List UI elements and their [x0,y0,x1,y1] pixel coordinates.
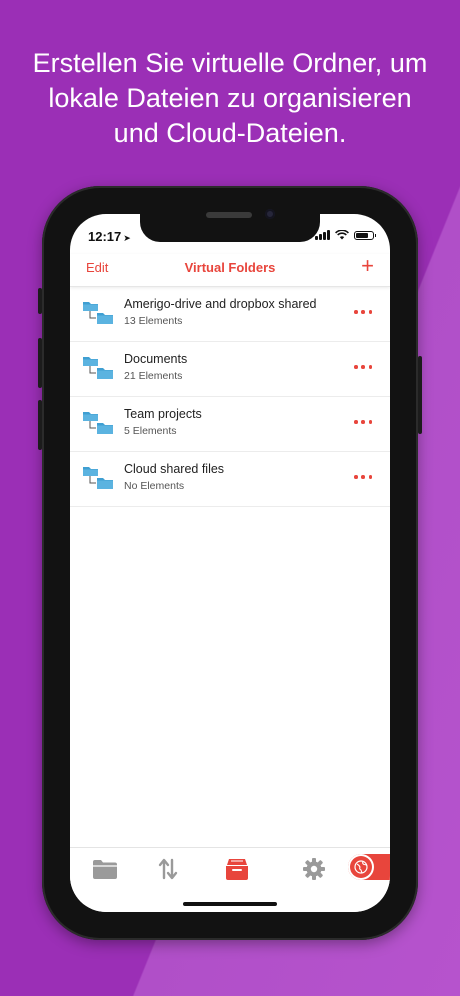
headline-line-1: Erstellen Sie virtuelle Ordner, um [32,48,428,78]
phone-speaker [206,212,252,218]
more-options-icon[interactable] [354,415,372,429]
folder-row[interactable]: Cloud shared files No Elements [70,452,390,507]
status-time: 12:17 ➤ [88,229,131,244]
virtual-folder-icon [83,412,113,434]
folder-element-count: No Elements [124,480,185,492]
front-camera [265,209,275,219]
virtual-folders-box-icon [226,859,248,880]
phone-volume-down [38,400,42,450]
wifi-icon [335,230,349,240]
folder-name: Amerigo-drive and dropbox shared [124,297,317,311]
status-time-text: 12:17 [88,229,122,244]
battery-icon [354,230,376,240]
location-arrow-icon: ➤ [123,233,131,243]
add-folder-button[interactable]: + [361,255,374,277]
virtual-folder-icon [83,357,113,379]
folder-row[interactable]: Documents 21 Elements [70,342,390,397]
headline-line-3: und Cloud-Dateien. [113,118,347,148]
more-options-icon[interactable] [354,470,372,484]
gear-icon [303,858,325,880]
folder-icon [93,859,117,879]
phone-volume-up [38,338,42,388]
virtual-folder-icon [83,467,113,489]
folder-element-count: 13 Elements [124,315,183,327]
more-options-icon[interactable] [354,360,372,374]
promo-headline: Erstellen Sie virtuelle Ordner, um lokal… [0,46,460,151]
folder-name: Documents [124,352,188,366]
headline-line-2: lokale Dateien zu organisieren [48,83,412,113]
transfer-arrows-icon [158,858,178,880]
edit-button[interactable]: Edit [86,260,108,275]
globe-icon [350,856,372,878]
folder-element-count: 5 Elements [124,425,177,437]
tab-settings[interactable] [299,856,329,882]
phone-power-button [418,356,422,434]
home-indicator [183,902,277,906]
tab-files[interactable] [90,856,120,882]
page-title: Virtual Folders [184,260,276,275]
folder-row[interactable]: Amerigo-drive and dropbox shared 13 Elem… [70,287,390,342]
tab-virtual-folders[interactable] [222,856,252,882]
folder-element-count: 21 Elements [124,370,183,382]
folder-name: Cloud shared files [124,462,225,476]
navigation-bar: Edit Virtual Folders + [70,254,390,287]
virtual-folder-icon [83,302,113,324]
tab-web-browser[interactable] [348,854,390,880]
folder-row[interactable]: Team projects 5 Elements [70,397,390,452]
phone-notch [140,214,320,242]
phone-mute-switch [38,288,42,314]
virtual-folder-list: Amerigo-drive and dropbox shared 13 Elem… [70,287,390,507]
app-screen: 12:17 ➤ Edit Virtual Folders + Amerigo-d… [70,214,390,912]
folder-name: Team projects [124,407,202,421]
tab-bar [70,847,390,912]
more-options-icon[interactable] [354,305,372,319]
tab-transfers[interactable] [153,856,183,882]
status-indicators [315,230,376,240]
